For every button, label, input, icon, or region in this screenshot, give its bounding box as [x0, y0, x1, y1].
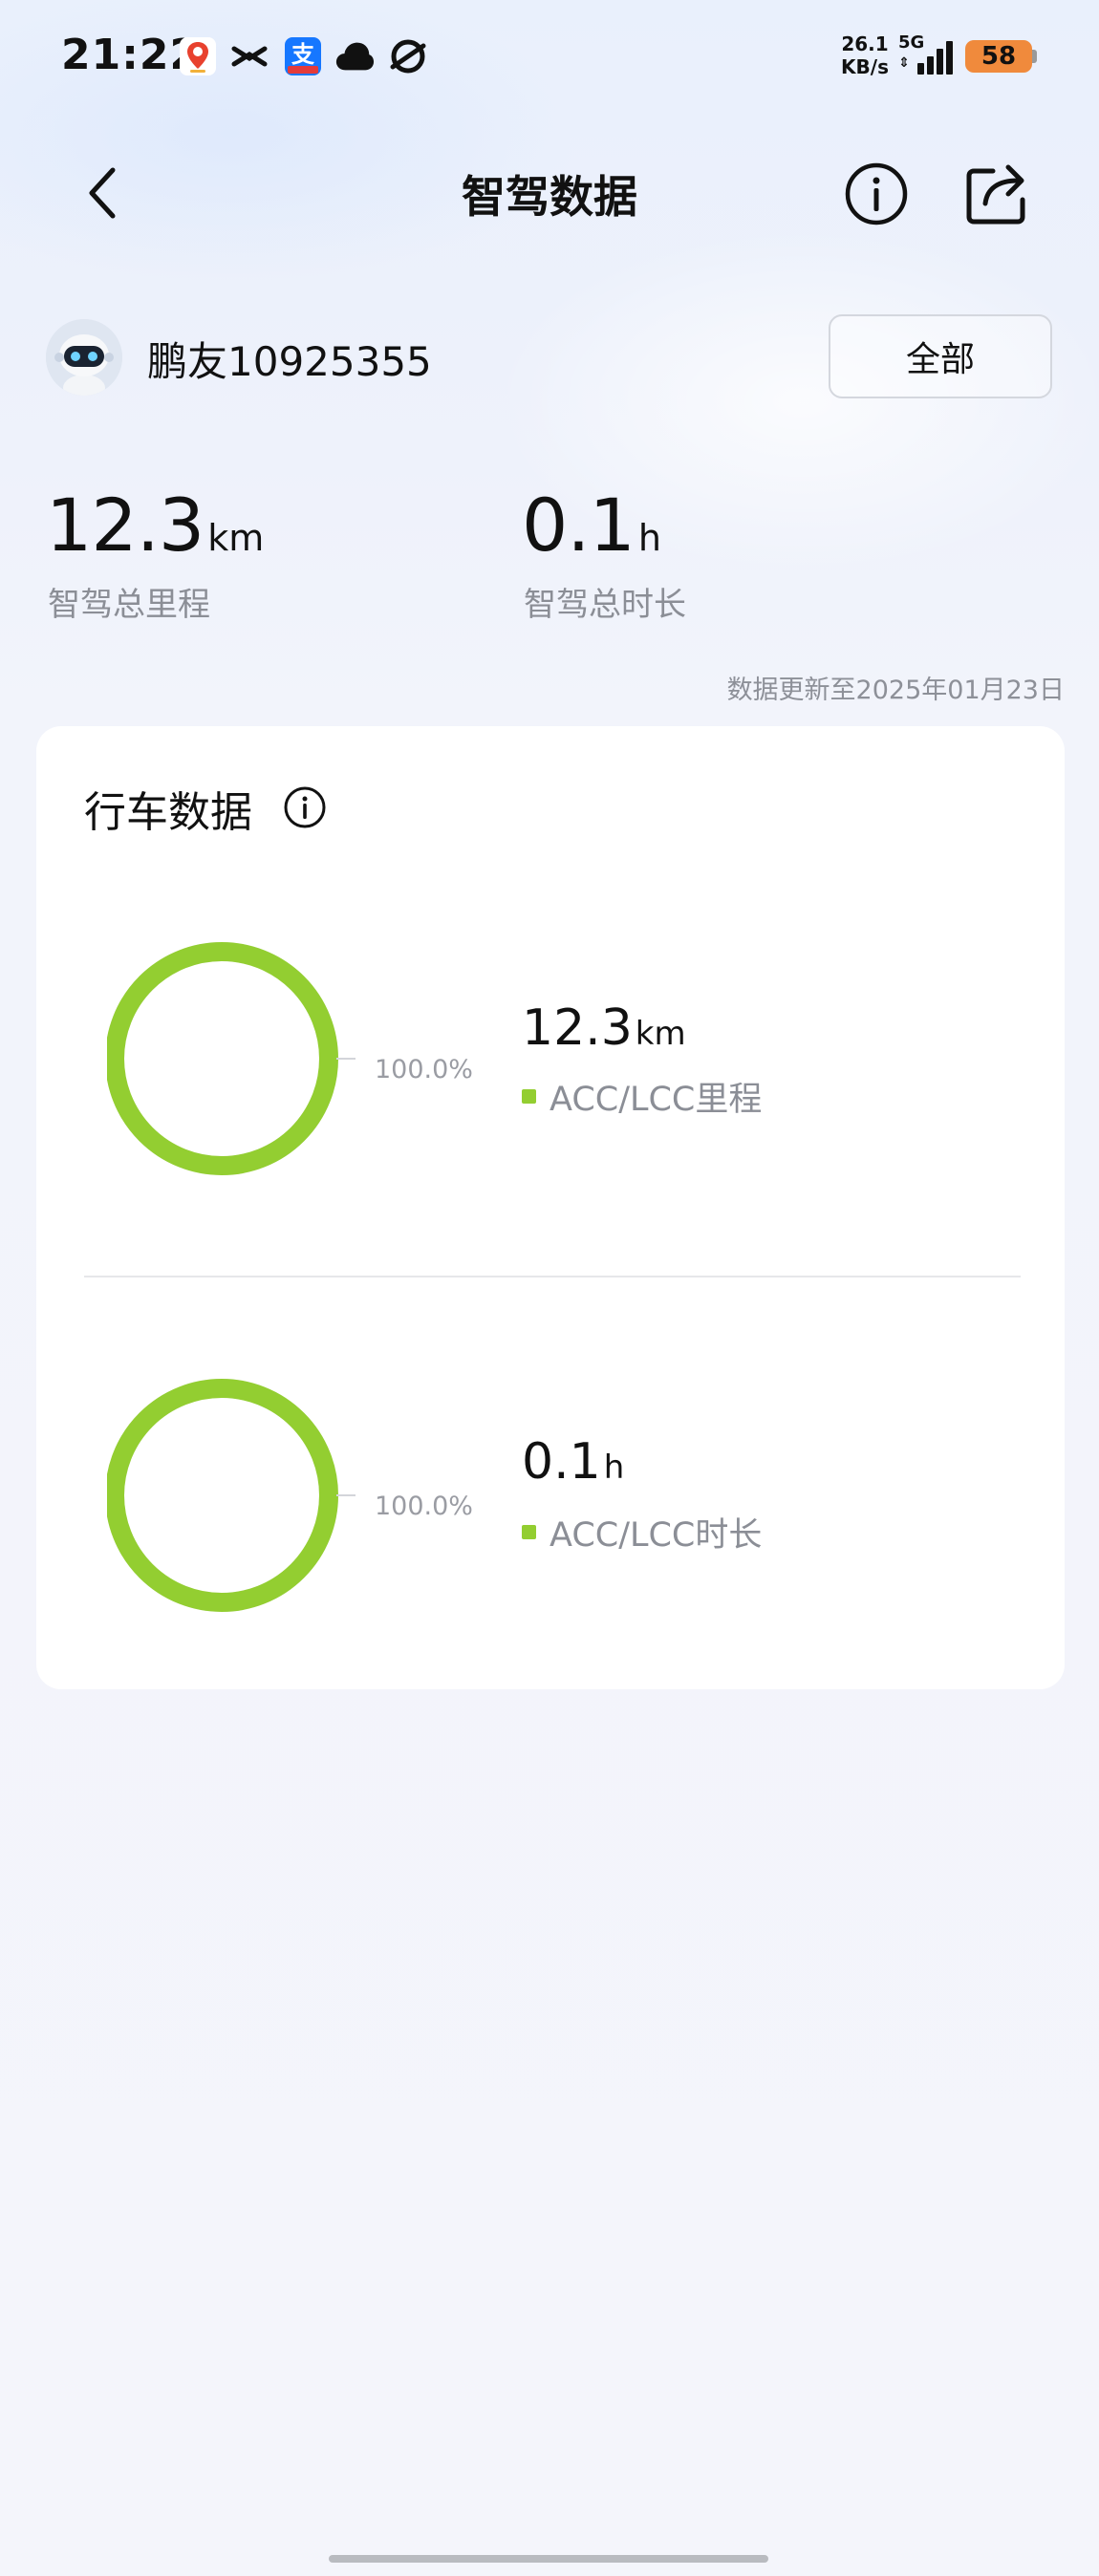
home-indicator[interactable] [329, 2555, 768, 2563]
distance-metric-unit: km [635, 1015, 686, 1053]
legend-swatch [522, 1525, 536, 1539]
card-info-button[interactable] [283, 785, 327, 829]
driving-data-card: 行车数据 100.0% 12.3km ACC/LCC里程 100.0% 0.1h [36, 726, 1065, 1689]
robot-avatar-icon [46, 319, 122, 396]
vehicle-filter-button[interactable]: 全部 [829, 314, 1052, 398]
duration-metric: 0.1h [522, 1433, 624, 1491]
cloud-icon [334, 36, 375, 76]
legend-swatch [522, 1089, 536, 1104]
total-distance-label: 智驾总里程 [48, 586, 210, 624]
duration-legend-label: ACC/LCC时长 [550, 1516, 763, 1555]
total-duration-unit: h [637, 517, 661, 559]
network-speed-unit: KB/s [841, 55, 889, 78]
xpeng-icon [229, 36, 269, 76]
battery-level: 58 [980, 42, 1017, 71]
total-distance: 12.3 km [46, 483, 264, 569]
vehicle-filter-label: 全部 [905, 340, 975, 379]
total-duration-value: 0.1 [522, 483, 636, 568]
distance-donut-chart [105, 934, 357, 1183]
map-app-icon [178, 36, 218, 76]
share-icon [966, 164, 1025, 225]
data-update-note: 数据更新至2025年01月23日 [726, 676, 1065, 705]
total-distance-value: 12.3 [46, 483, 205, 568]
distance-legend-label: ACC/LCC里程 [550, 1081, 763, 1119]
info-icon [845, 162, 908, 225]
info-icon [284, 786, 326, 828]
avatar[interactable] [46, 319, 122, 396]
battery-icon: 58 [965, 40, 1032, 73]
duration-legend: ACC/LCC时长 [522, 1508, 762, 1556]
total-duration: 0.1 h [522, 483, 661, 569]
alipay-glyph: 支 [291, 41, 315, 68]
alipay-icon: 支 [283, 36, 323, 76]
donut-arc-distance [105, 942, 338, 1175]
page-title: 智驾数据 [462, 171, 637, 223]
card-title: 行车数据 [84, 788, 252, 837]
username: 鹏友10925355 [147, 338, 432, 385]
duration-percent: 100.0% [375, 1492, 473, 1521]
network-speed: 26.1 KB/s [835, 32, 894, 78]
distance-metric-value: 12.3 [522, 999, 633, 1057]
network-activity-icon: ⇕ [898, 55, 910, 71]
duration-donut-chart [105, 1371, 357, 1620]
planet-app-icon [388, 36, 428, 76]
donut-arc-duration [105, 1379, 338, 1612]
total-duration-label: 智驾总时长 [524, 586, 686, 624]
signal-icon [917, 40, 956, 75]
card-divider [84, 1276, 1021, 1277]
battery-tip [1032, 50, 1037, 63]
share-button[interactable] [963, 159, 1032, 227]
network-speed-value: 26.1 [841, 32, 889, 55]
status-bar: 21:22 支 26.1 KB/s 5G ⇕ 58 [0, 0, 1099, 113]
duration-metric-value: 0.1 [522, 1433, 601, 1491]
info-button[interactable] [843, 161, 910, 227]
distance-metric: 12.3km [522, 999, 686, 1057]
distance-percent: 100.0% [375, 1055, 473, 1084]
duration-metric-unit: h [603, 1449, 625, 1487]
distance-legend: ACC/LCC里程 [522, 1072, 762, 1121]
total-distance-unit: km [207, 517, 265, 559]
